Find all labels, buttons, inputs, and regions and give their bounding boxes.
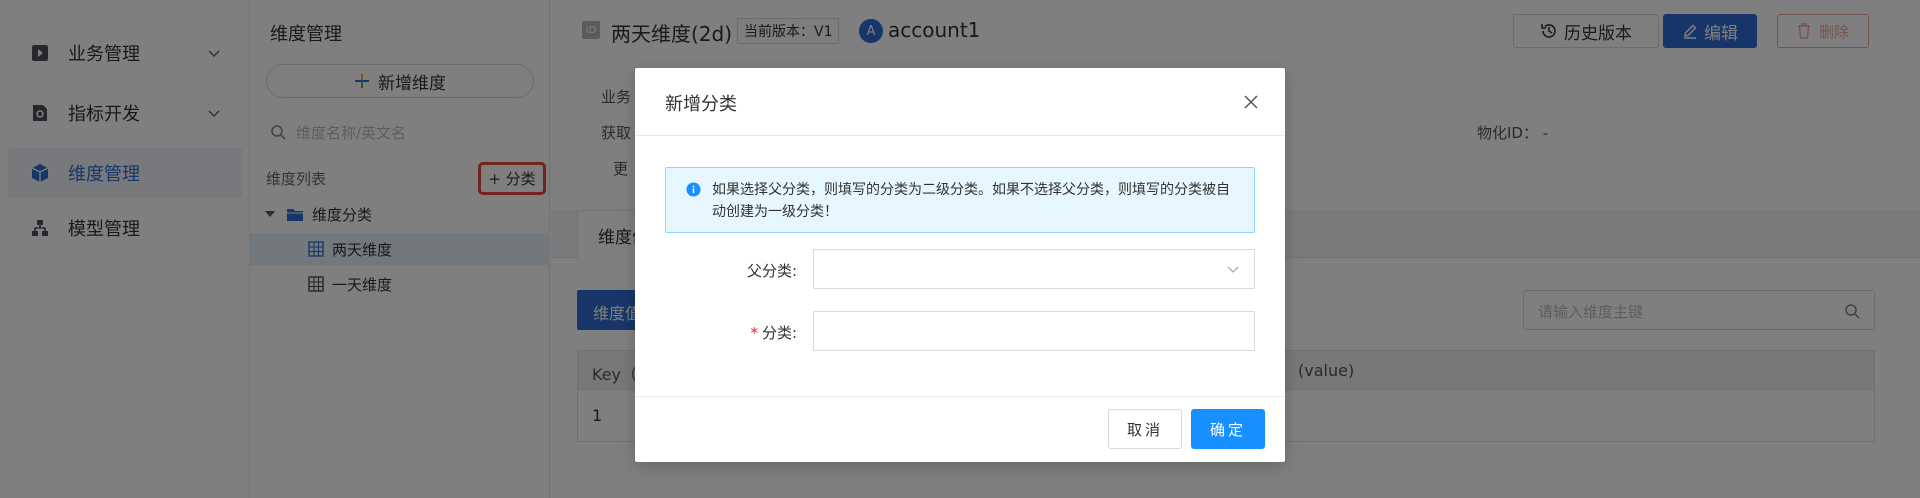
info-icon [686, 182, 701, 197]
category-label: * 分类: [677, 322, 797, 343]
close-icon [1244, 95, 1258, 109]
add-category-modal: 新增分类 如果选择父分类，则填写的分类为二级分类。如果不选择父分类，则填写的分类… [635, 68, 1285, 462]
category-label-text: 分类: [761, 324, 797, 342]
parent-category-label: 父分类: [746, 262, 797, 280]
info-alert: 如果选择父分类，则填写的分类为二级分类。如果不选择父分类，则填写的分类被自动创建… [665, 167, 1255, 233]
confirm-button[interactable]: 确定 [1191, 409, 1265, 449]
category-input[interactable] [813, 311, 1255, 351]
alert-message: 如果选择父分类，则填写的分类为二级分类。如果不选择父分类，则填写的分类被自动创建… [712, 182, 1230, 220]
cancel-button[interactable]: 取消 [1108, 409, 1182, 449]
close-button[interactable] [1239, 90, 1263, 114]
required-mark: * [750, 324, 758, 342]
divider [635, 135, 1285, 136]
divider [635, 396, 1285, 397]
chevron-down-icon [1227, 266, 1239, 273]
modal-title: 新增分类 [665, 94, 737, 115]
parent-category-select[interactable] [813, 249, 1255, 289]
